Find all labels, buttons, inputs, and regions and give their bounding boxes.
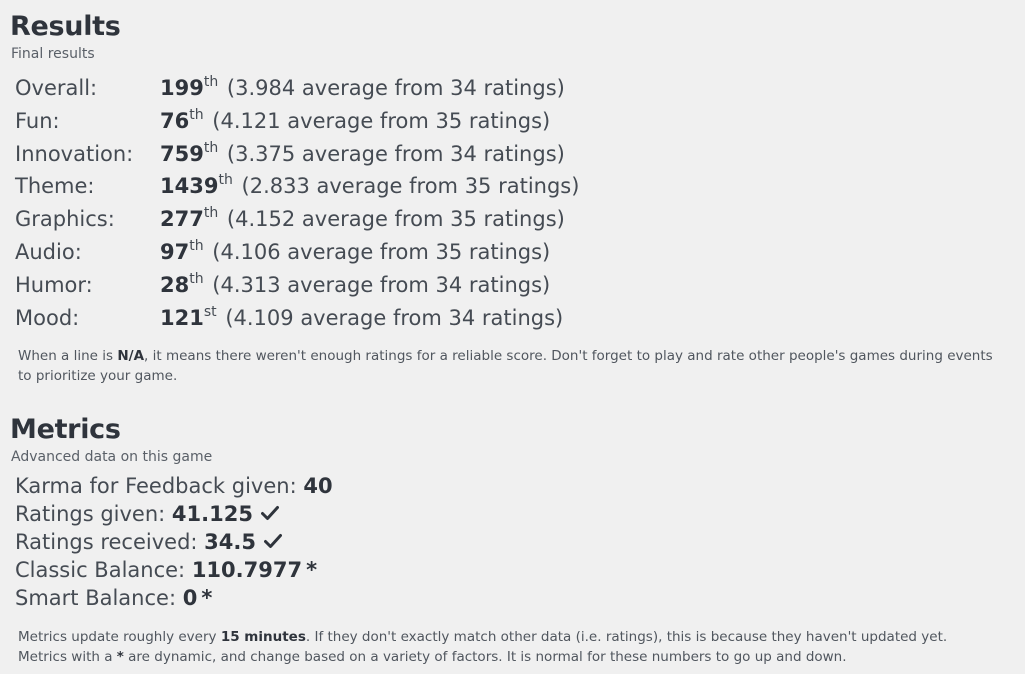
rating-label: Overall: [15, 76, 98, 100]
rating-detail: (3.984 average from 34 ratings) [226, 76, 565, 100]
rating-label: Humor: [15, 272, 93, 297]
rating-value: 97th (4.106 average from 35 ratings) [160, 236, 550, 272]
metrics-heading: Metrics [10, 414, 121, 445]
rating-value: 121st (4.109 average from 34 ratings) [160, 302, 563, 338]
metric-value: 34.5 [204, 530, 256, 554]
rank-number: 97 [160, 239, 190, 264]
rating-value: 277th (4.152 average from 35 ratings) [160, 203, 565, 239]
rating-label: Innovation: [15, 141, 134, 166]
rating-value: 28th (4.313 average from 34 ratings) [160, 269, 550, 305]
rank-suffix: th [218, 172, 233, 189]
rating-value: 199th (3.984 average from 34 ratings) [160, 72, 565, 108]
rating-row-innovation: Innovation: 759th (3.375 average from 34… [15, 138, 635, 171]
rating-label: Mood: [15, 305, 80, 330]
rating-detail: (4.109 average from 34 ratings) [225, 305, 564, 330]
rating-row-audio: Audio: 97th (4.106 average from 35 ratin… [15, 236, 635, 269]
note-emphasis: N/A [117, 348, 145, 364]
rank-number: 199 [160, 76, 204, 100]
rank-number: 76 [160, 108, 190, 133]
metric-row-karma: Karma for Feedback given: 40 [15, 472, 333, 500]
rating-row-mood: Mood: 121st (4.109 average from 34 ratin… [15, 302, 635, 335]
note-text: When a line is [18, 348, 118, 364]
check-icon [263, 534, 282, 548]
rating-detail: (4.152 average from 35 ratings) [226, 207, 565, 232]
rating-detail: (4.313 average from 34 ratings) [212, 272, 551, 297]
rating-label: Audio: [15, 239, 82, 264]
rating-row-overall: Overall: 199th (3.984 average from 34 ra… [15, 72, 635, 105]
metric-value: 110.7977 [191, 558, 303, 582]
rating-label: Fun: [15, 108, 60, 133]
metric-label: Ratings given: [15, 502, 172, 526]
game-results-page: Results Final results Overall: 199th (3.… [0, 0, 1025, 674]
rank-number: 28 [160, 272, 190, 297]
rank-suffix: th [189, 237, 204, 254]
results-subtitle: Final results [11, 46, 95, 62]
metric-row-ratings-received: Ratings received: 34.5 [15, 528, 333, 556]
metric-label: Classic Balance: [15, 558, 192, 582]
note-emphasis: * [116, 649, 124, 665]
rating-value: 76th (4.121 average from 35 ratings) [160, 105, 550, 141]
rating-detail: (4.121 average from 35 ratings) [212, 108, 551, 133]
metrics-list: Karma for Feedback given: 40 Ratings giv… [15, 472, 333, 612]
rating-detail: (3.375 average from 34 ratings) [226, 141, 565, 166]
note-text: Metrics update roughly every [18, 629, 221, 645]
rank-suffix: st [203, 303, 217, 320]
ratings-list: Overall: 199th (3.984 average from 34 ra… [15, 72, 635, 334]
metric-row-ratings-given: Ratings given: 41.125 [15, 500, 333, 528]
rating-detail: (4.106 average from 35 ratings) [212, 239, 551, 264]
metric-row-smart-balance: Smart Balance: 0 * [15, 584, 333, 612]
metric-label: Ratings received: [15, 530, 205, 554]
rank-number: 277 [160, 207, 204, 232]
metrics-subtitle: Advanced data on this game [11, 449, 213, 465]
metric-value: 41.125 [171, 502, 253, 526]
note-emphasis: 15 minutes [220, 629, 306, 645]
metric-row-classic-balance: Classic Balance: 110.7977 * [15, 556, 333, 584]
rank-number: 759 [160, 141, 204, 166]
rating-value: 1439th (2.833 average from 35 ratings) [160, 170, 579, 206]
note-text: are dynamic, and change based on a varie… [123, 649, 847, 665]
rank-suffix: th [189, 270, 204, 287]
rank-number: 121 [160, 305, 204, 330]
rating-row-theme: Theme: 1439th (2.833 average from 35 rat… [15, 170, 635, 203]
results-heading: Results [10, 11, 121, 42]
results-note: When a line is N/A, it means there weren… [18, 346, 998, 386]
rank-suffix: th [203, 74, 219, 90]
dynamic-marker: * [306, 558, 318, 582]
rank-suffix: th [203, 205, 219, 222]
rating-value: 759th (3.375 average from 34 ratings) [160, 138, 565, 174]
rating-label: Theme: [15, 174, 95, 199]
rank-suffix: th [203, 139, 219, 156]
rating-detail: (2.833 average from 35 ratings) [241, 174, 580, 199]
metric-label: Smart Balance: [15, 586, 183, 610]
metric-value: 40 [303, 474, 333, 498]
metric-label: Karma for Feedback given: [15, 474, 304, 498]
rating-label: Graphics: [15, 207, 115, 232]
rank-suffix: th [189, 106, 204, 123]
note-text: , it means there weren't enough ratings … [18, 348, 993, 384]
check-icon [260, 506, 279, 520]
rating-row-graphics: Graphics: 277th (4.152 average from 35 r… [15, 203, 635, 236]
rating-row-fun: Fun: 76th (4.121 average from 35 ratings… [15, 105, 635, 138]
rank-number: 1439 [160, 174, 219, 199]
dynamic-marker: * [201, 586, 213, 610]
metric-value: 0 [182, 586, 198, 610]
metrics-note: Metrics update roughly every 15 minutes.… [18, 627, 998, 667]
rating-row-humor: Humor: 28th (4.313 average from 34 ratin… [15, 269, 635, 302]
